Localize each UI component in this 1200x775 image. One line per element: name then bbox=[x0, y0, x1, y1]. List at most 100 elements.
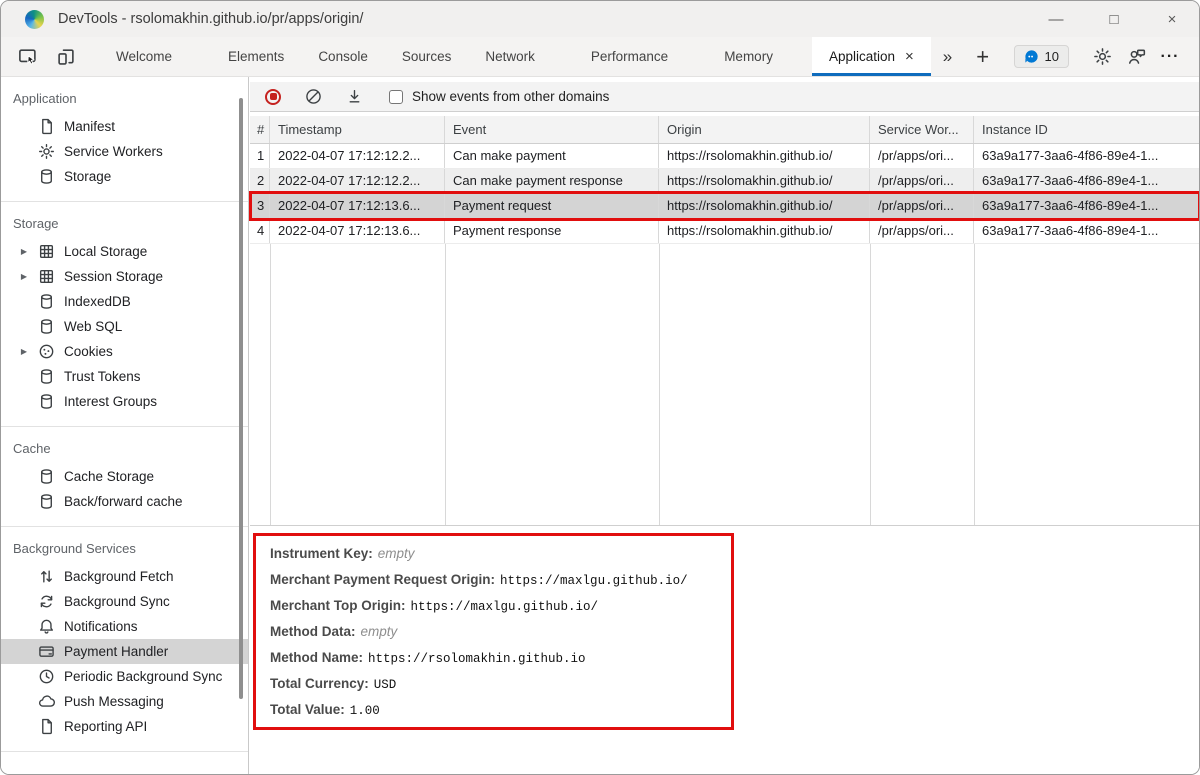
sidebar-item-session-storage[interactable]: ▶ Session Storage bbox=[1, 264, 248, 289]
tab-application[interactable]: Application × bbox=[812, 37, 931, 76]
add-panel-button[interactable]: + bbox=[964, 37, 1001, 76]
manifest-file-icon bbox=[38, 118, 55, 135]
sidebar-item-periodic-background-sync[interactable]: Periodic Background Sync bbox=[1, 664, 248, 689]
table-row[interactable]: 1 2022-04-07 17:12:12.2... Can make paym… bbox=[250, 144, 1200, 169]
sidebar-item-cache-storage[interactable]: Cache Storage bbox=[1, 464, 248, 489]
sync-arrows-icon bbox=[38, 593, 55, 610]
database-icon bbox=[38, 368, 55, 385]
more-tabs-button[interactable]: » bbox=[931, 37, 964, 76]
tab-console[interactable]: Console bbox=[301, 37, 385, 76]
record-events-button[interactable] bbox=[265, 89, 281, 105]
table-row[interactable]: 2 2022-04-07 17:12:12.2... Can make paym… bbox=[250, 169, 1200, 194]
sidebar-item-trust-tokens[interactable]: Trust Tokens bbox=[1, 364, 248, 389]
detail-field-merchant-payment-request-origin: Merchant Payment Request Origin:https://… bbox=[270, 567, 1200, 593]
database-icon bbox=[38, 293, 55, 310]
issues-counter-button[interactable]: 10 bbox=[1014, 45, 1069, 68]
section-background-services: Background Services Background Fetch Bac… bbox=[1, 527, 248, 752]
detail-field-method-data: Method Data:empty bbox=[270, 619, 1200, 645]
payment-card-icon bbox=[38, 643, 55, 660]
bell-icon bbox=[38, 618, 55, 635]
clear-events-button[interactable] bbox=[305, 88, 322, 105]
event-details-pane: Instrument Key:empty Merchant Payment Re… bbox=[250, 528, 1200, 775]
database-icon bbox=[38, 468, 55, 485]
section-storage: Storage ▶ Local Storage ▶ Session Storag… bbox=[1, 202, 248, 427]
table-row-selected[interactable]: 3 2022-04-07 17:12:13.6... Payment reque… bbox=[250, 194, 1200, 219]
inspect-element-button[interactable] bbox=[9, 37, 47, 76]
sidebar-item-indexeddb[interactable]: IndexedDB bbox=[1, 289, 248, 314]
sidebar-item-back-forward-cache[interactable]: Back/forward cache bbox=[1, 489, 248, 514]
devtools-window: DevTools - rsolomakhin.github.io/pr/apps… bbox=[0, 0, 1200, 775]
more-options-button[interactable]: ··· bbox=[1153, 42, 1187, 72]
gear-icon bbox=[1093, 47, 1112, 66]
cookie-icon bbox=[38, 343, 55, 360]
column-header-origin[interactable]: Origin bbox=[659, 116, 870, 143]
column-header-service-worker[interactable]: Service Wor... bbox=[870, 116, 974, 143]
show-events-checkbox[interactable] bbox=[389, 90, 403, 104]
sidebar-item-background-fetch[interactable]: Background Fetch bbox=[1, 564, 248, 589]
tab-network[interactable]: Network bbox=[468, 37, 552, 76]
detail-field-total-currency: Total Currency:USD bbox=[270, 671, 1200, 697]
sidebar-item-reporting-api[interactable]: Reporting API bbox=[1, 714, 248, 739]
download-icon bbox=[346, 88, 363, 105]
table-row[interactable]: 4 2022-04-07 17:12:13.6... Payment respo… bbox=[250, 219, 1200, 244]
events-table-header: # Timestamp Event Origin Service Wor... … bbox=[250, 116, 1200, 144]
section-title: Cache bbox=[1, 431, 248, 464]
clock-icon bbox=[38, 668, 55, 685]
detail-field-instrument-key: Instrument Key:empty bbox=[270, 541, 1200, 567]
device-emulation-icon bbox=[56, 47, 76, 67]
tab-performance[interactable]: Performance bbox=[574, 37, 685, 76]
expand-icon[interactable]: ▶ bbox=[17, 347, 31, 356]
feedback-button[interactable] bbox=[1119, 42, 1153, 72]
sidebar-item-storage[interactable]: Storage bbox=[1, 164, 248, 189]
expand-icon[interactable]: ▶ bbox=[17, 247, 31, 256]
sidebar-item-cookies[interactable]: ▶ Cookies bbox=[1, 339, 248, 364]
maximize-button[interactable]: □ bbox=[1085, 1, 1143, 37]
sidebar-item-payment-handler[interactable]: Payment Handler bbox=[1, 639, 248, 664]
database-icon bbox=[38, 318, 55, 335]
storage-database-icon bbox=[38, 168, 55, 185]
column-header-timestamp[interactable]: Timestamp bbox=[270, 116, 445, 143]
cloud-icon bbox=[38, 693, 55, 710]
sidebar-scrollbar[interactable] bbox=[239, 98, 243, 699]
column-header-num[interactable]: # bbox=[250, 116, 270, 143]
tab-welcome[interactable]: Welcome bbox=[99, 37, 189, 76]
settings-button[interactable] bbox=[1085, 42, 1119, 72]
up-down-arrows-icon bbox=[38, 568, 55, 585]
events-table-empty-area bbox=[250, 244, 1200, 526]
title-bar: DevTools - rsolomakhin.github.io/pr/apps… bbox=[1, 1, 1200, 37]
section-title: Application bbox=[1, 81, 248, 114]
sidebar-item-web-sql[interactable]: Web SQL bbox=[1, 314, 248, 339]
download-events-button[interactable] bbox=[346, 88, 363, 105]
chat-bubble-icon bbox=[1024, 49, 1039, 64]
detail-field-total-value: Total Value:1.00 bbox=[270, 697, 1200, 723]
column-header-event[interactable]: Event bbox=[445, 116, 659, 143]
database-icon bbox=[38, 493, 55, 510]
section-cache: Cache Cache Storage Back/forward cache bbox=[1, 427, 248, 527]
sidebar-item-background-sync[interactable]: Background Sync bbox=[1, 589, 248, 614]
sidebar-item-interest-groups[interactable]: Interest Groups bbox=[1, 389, 248, 414]
device-toolbar-button[interactable] bbox=[47, 37, 85, 76]
payment-handler-toolbar: Show events from other domains bbox=[250, 82, 1200, 112]
tab-elements[interactable]: Elements bbox=[211, 37, 301, 76]
sidebar-item-local-storage[interactable]: ▶ Local Storage bbox=[1, 239, 248, 264]
sidebar-item-manifest[interactable]: Manifest bbox=[1, 114, 248, 139]
detail-field-merchant-top-origin: Merchant Top Origin:https://maxlgu.githu… bbox=[270, 593, 1200, 619]
tab-close-icon[interactable]: × bbox=[905, 48, 914, 65]
minimize-button[interactable]: — bbox=[1027, 1, 1085, 37]
inspect-cursor-icon bbox=[18, 47, 38, 67]
section-title: Storage bbox=[1, 206, 248, 239]
table-grid-icon bbox=[38, 243, 55, 260]
window-controls: — □ × bbox=[1027, 1, 1200, 37]
tab-memory[interactable]: Memory bbox=[707, 37, 790, 76]
column-header-instance-id[interactable]: Instance ID bbox=[974, 116, 1200, 143]
section-application: Application Manifest Service Workers Sto… bbox=[1, 77, 248, 202]
tab-sources[interactable]: Sources bbox=[385, 37, 469, 76]
database-icon bbox=[38, 393, 55, 410]
close-button[interactable]: × bbox=[1143, 1, 1200, 37]
expand-icon[interactable]: ▶ bbox=[17, 272, 31, 281]
sidebar-item-service-workers[interactable]: Service Workers bbox=[1, 139, 248, 164]
sidebar-item-push-messaging[interactable]: Push Messaging bbox=[1, 689, 248, 714]
sidebar-item-notifications[interactable]: Notifications bbox=[1, 614, 248, 639]
section-title: Background Services bbox=[1, 531, 248, 564]
report-file-icon bbox=[38, 718, 55, 735]
